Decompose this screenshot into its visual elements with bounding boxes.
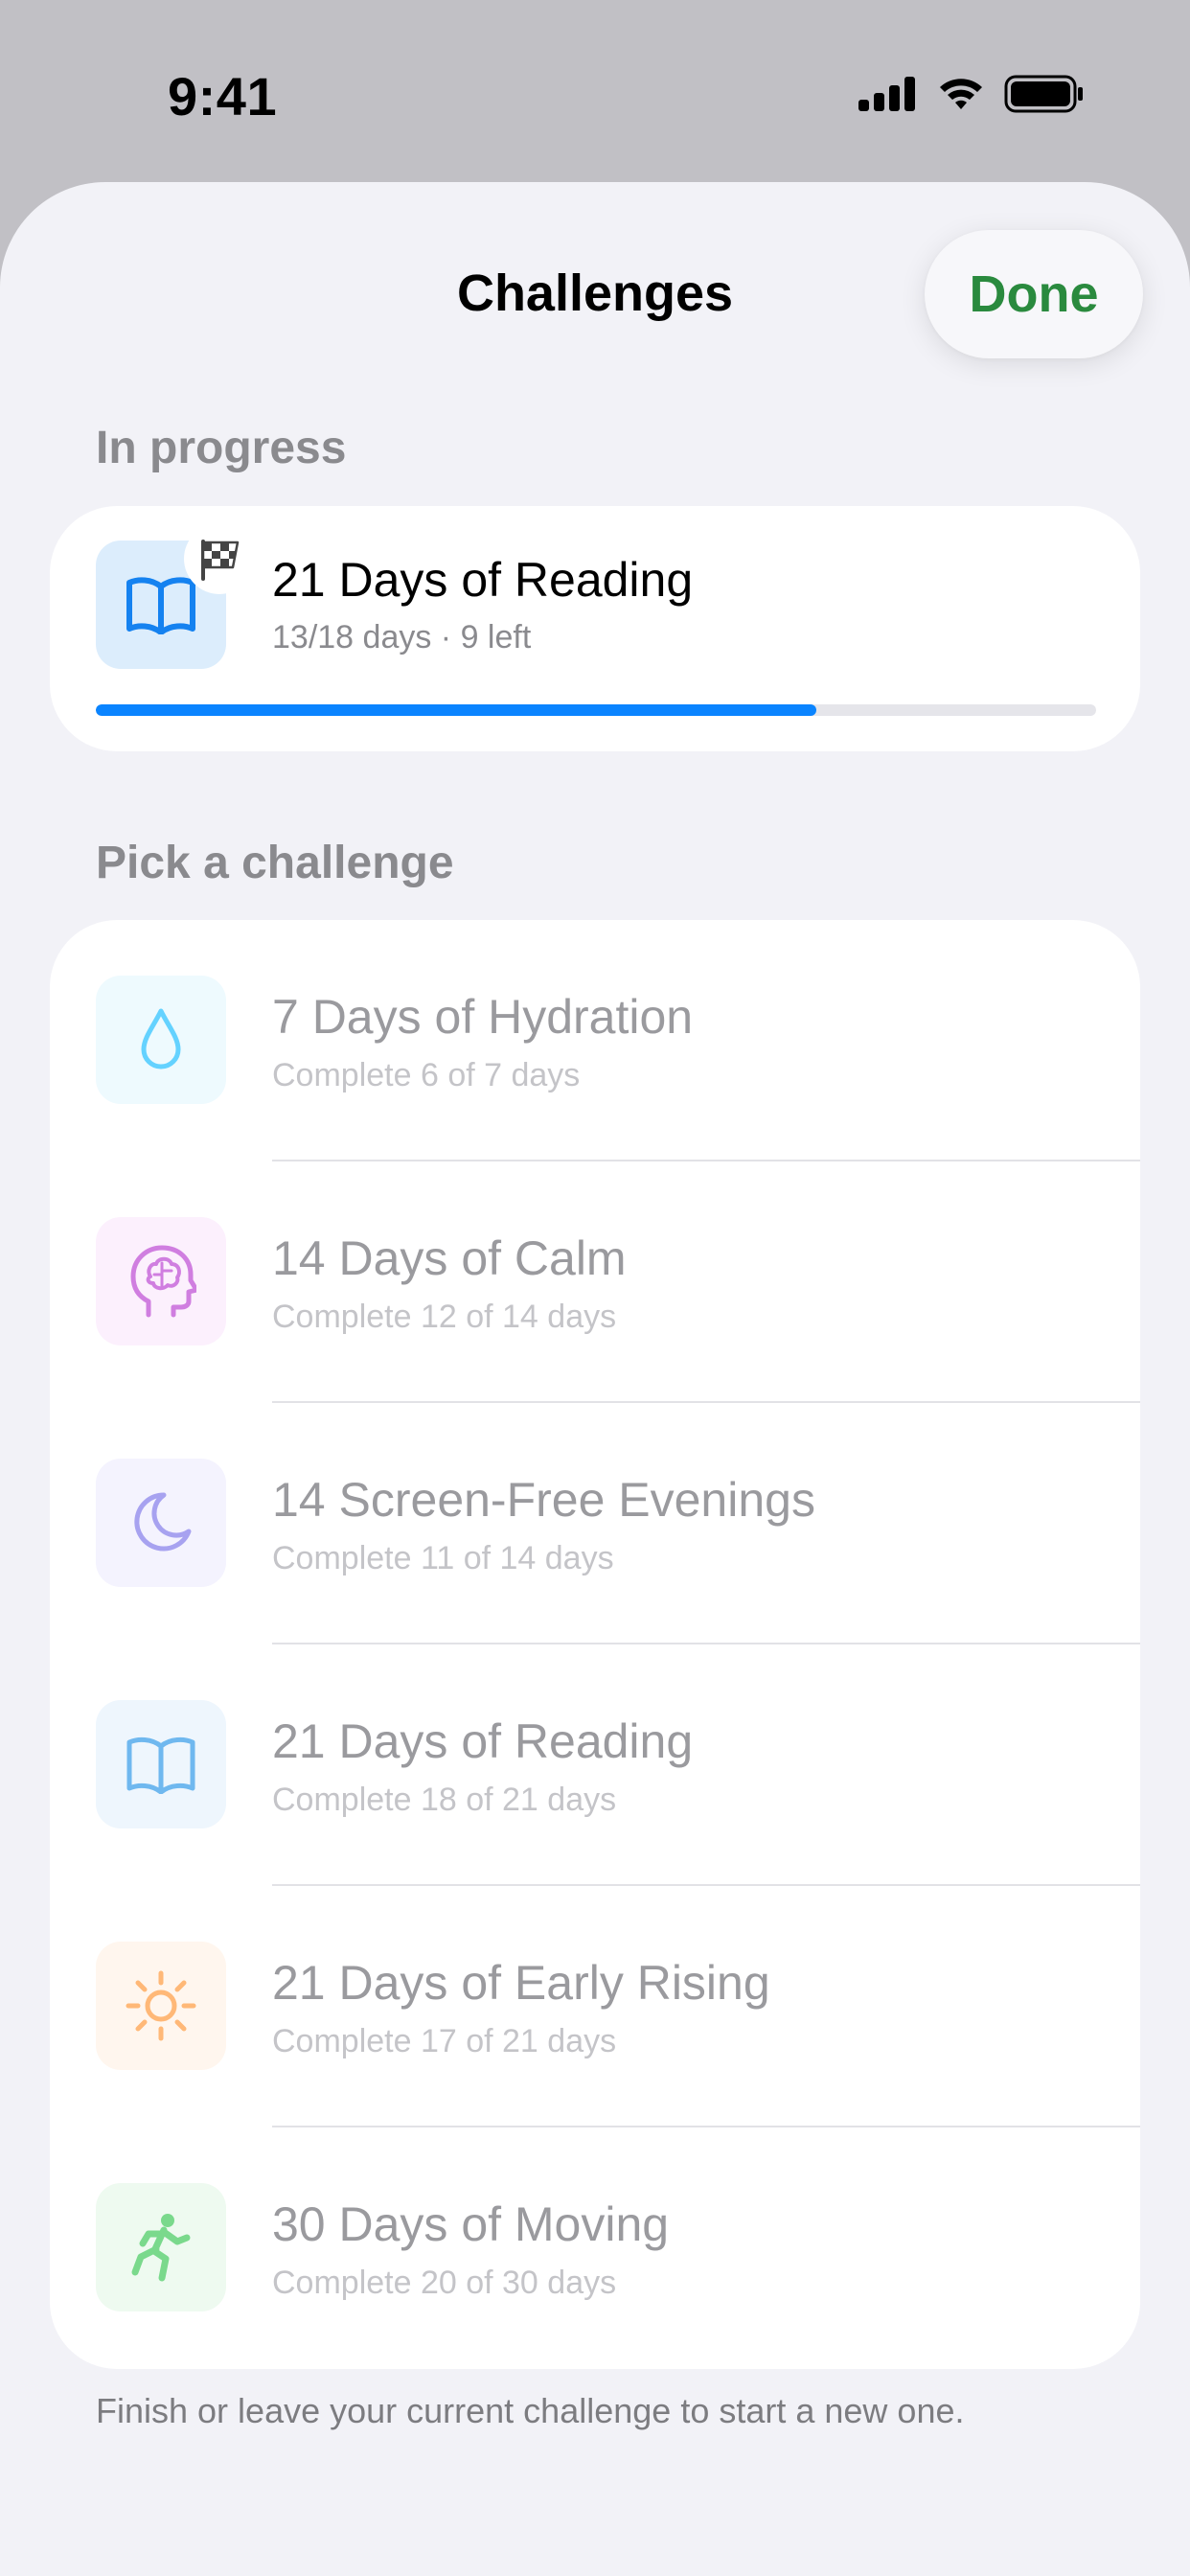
in-progress-subtitle: 13/18 days · 9 left: [272, 619, 532, 656]
moon-icon: [134, 1492, 192, 1552]
in-progress-card[interactable]: 21 Days of Reading 13/18 days · 9 left: [50, 506, 1140, 751]
challenge-item-early-rising[interactable]: 21 Days of Early Rising Complete 17 of 2…: [50, 1886, 1140, 2128]
book-icon: [126, 1736, 195, 1794]
challenge-subtitle: Complete 12 of 14 days: [272, 1299, 617, 1335]
water-drop-icon: [141, 1008, 181, 1070]
challenge-subtitle: Complete 6 of 7 days: [272, 1057, 581, 1093]
in-progress-header: In progress: [96, 423, 347, 473]
challenge-item-screen-free[interactable]: 14 Screen-Free Evenings Complete 11 of 1…: [50, 1403, 1140, 1644]
challenge-item-moving[interactable]: 30 Days of Moving Complete 20 of 30 days: [50, 2128, 1140, 2369]
challenge-item-calm[interactable]: 14 Days of Calm Complete 12 of 14 days: [50, 1162, 1140, 1403]
checkered-flag-icon: [201, 540, 240, 581]
progress-bar: [96, 704, 1096, 716]
challenge-title: 21 Days of Early Rising: [272, 1956, 770, 2010]
challenge-title: 14 Screen-Free Evenings: [272, 1473, 815, 1527]
running-figure-icon: [131, 2214, 191, 2282]
status-bar: 9:41: [0, 0, 1190, 182]
progress-bar-fill: [96, 704, 816, 716]
challenge-item-reading[interactable]: 21 Days of Reading Complete 18 of 21 day…: [50, 1644, 1140, 1886]
challenge-title: 7 Days of Hydration: [272, 990, 694, 1044]
reading-list-tile: [96, 1700, 226, 1828]
challenge-title: 30 Days of Moving: [272, 2197, 670, 2251]
book-icon: [126, 577, 195, 634]
early-rising-tile: [96, 1942, 226, 2070]
challenge-title: 14 Days of Calm: [272, 1231, 627, 1285]
challenge-item-hydration[interactable]: 7 Days of Hydration Complete 6 of 7 days: [50, 920, 1140, 1162]
brain-head-icon: [130, 1245, 196, 1318]
challenge-subtitle: Complete 17 of 21 days: [272, 2023, 617, 2059]
challenge-subtitle: Complete 18 of 21 days: [272, 1782, 617, 1818]
challenge-list: 7 Days of Hydration Complete 6 of 7 days…: [50, 920, 1140, 2369]
checkered-flag-badge: [184, 523, 255, 594]
pick-challenge-header: Pick a challenge: [96, 838, 454, 888]
screen-free-tile: [96, 1459, 226, 1587]
status-icons: [858, 75, 1085, 113]
battery-icon: [1004, 75, 1083, 113]
done-button[interactable]: Done: [925, 230, 1143, 358]
hydration-tile: [96, 976, 226, 1104]
challenge-subtitle: Complete 11 of 14 days: [272, 1540, 614, 1576]
challenge-subtitle: Complete 20 of 30 days: [272, 2265, 617, 2301]
moving-tile: [96, 2183, 226, 2312]
wifi-icon: [940, 79, 982, 109]
challenge-title: 21 Days of Reading: [272, 1714, 694, 1768]
calm-tile: [96, 1217, 226, 1346]
status-time: 9:41: [168, 66, 278, 126]
cellular-signal-icon: [858, 77, 915, 111]
footer-note: Finish or leave your current challenge t…: [96, 2391, 965, 2430]
in-progress-title: 21 Days of Reading: [272, 553, 694, 607]
sun-icon: [126, 1970, 196, 2041]
